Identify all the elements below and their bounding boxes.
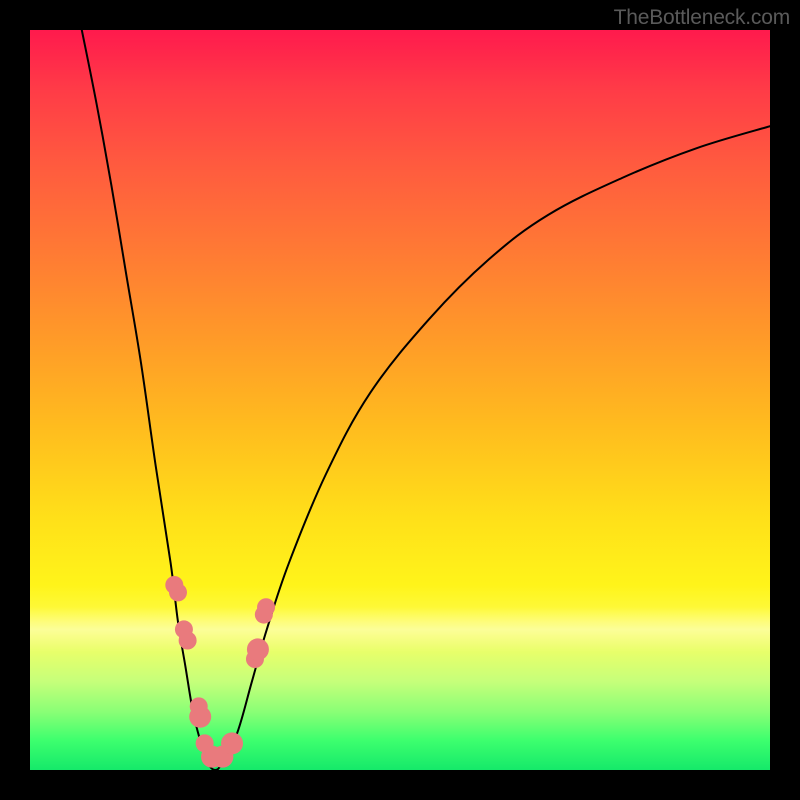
data-point-marker	[255, 606, 273, 624]
data-point-marker	[246, 650, 264, 668]
data-point-marker	[175, 620, 193, 638]
data-point-marker	[247, 638, 269, 660]
data-point-marker	[221, 732, 243, 754]
bottleneck-curve	[82, 30, 770, 770]
data-point-marker	[165, 576, 183, 594]
highlight-band	[30, 607, 770, 651]
curve-layer	[30, 30, 770, 770]
plot-area	[30, 30, 770, 770]
data-point-marker	[257, 598, 275, 616]
watermark-text: TheBottleneck.com	[614, 6, 790, 30]
data-point-marker	[211, 746, 233, 768]
data-point-marker	[169, 583, 187, 601]
data-point-marker	[190, 697, 208, 715]
data-point-marker	[201, 746, 223, 768]
data-point-marker	[179, 632, 197, 650]
data-point-marker	[189, 706, 211, 728]
chart-frame: TheBottleneck.com	[0, 0, 800, 800]
data-point-marker	[196, 734, 214, 752]
